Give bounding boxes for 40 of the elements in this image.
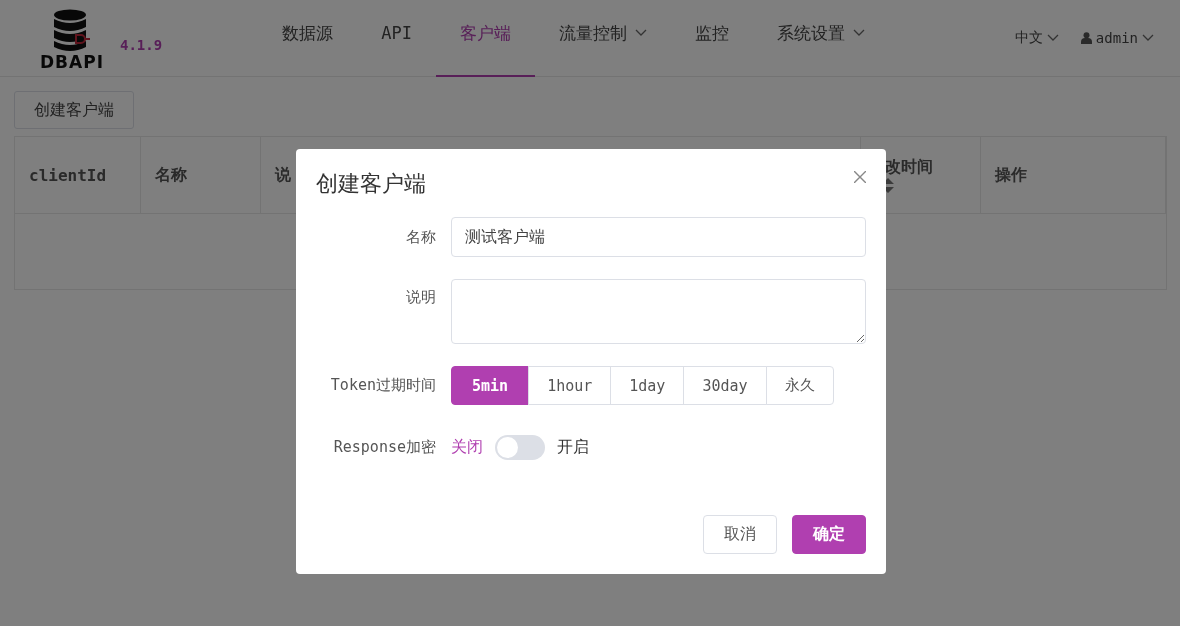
chevron-down-icon <box>852 29 865 37</box>
field-label: Token过期时间 <box>330 376 436 395</box>
switch-off-label[interactable]: 关闭 <box>451 437 483 458</box>
column-header: 改时间 <box>885 157 933 177</box>
user-menu[interactable]: admin <box>1095 30 1138 46</box>
column-header: 名称 <box>155 164 187 185</box>
nav-tab[interactable]: API <box>357 0 436 77</box>
cancel-button[interactable]: 取消 <box>703 515 777 554</box>
expiry-option[interactable]: 1hour <box>528 366 612 405</box>
database-icon <box>52 9 92 53</box>
chevron-down-icon <box>1142 34 1154 42</box>
language-menu[interactable]: 中文 <box>1014 29 1043 47</box>
logo-text: DBAPI <box>40 53 104 71</box>
nav-tab[interactable]: 监控 <box>670 0 753 77</box>
create-client-button[interactable]: 创建客户端 <box>14 91 134 129</box>
close-icon[interactable] <box>854 171 866 183</box>
switch-on-label[interactable]: 开启 <box>557 437 589 458</box>
field-label: Response加密 <box>333 438 436 457</box>
chevron-down-icon <box>634 29 647 37</box>
version-label: 4.1.9 <box>120 37 163 53</box>
encryption-switch[interactable] <box>495 435 545 460</box>
expiry-option[interactable]: 5min <box>451 366 530 405</box>
dialog-title: 创建客户端 <box>316 170 426 198</box>
nav-tab[interactable]: 客户端 <box>435 0 535 77</box>
column-header: clientId <box>29 165 107 185</box>
chevron-down-icon <box>1046 34 1059 42</box>
name-input[interactable]: 测试客户端 <box>451 217 866 257</box>
column-header: 说 <box>275 164 291 185</box>
confirm-button[interactable]: 确定 <box>792 515 866 554</box>
user-icon <box>1080 32 1092 44</box>
expiry-option[interactable]: 1day <box>610 366 685 405</box>
nav-tab[interactable]: 系统设置 <box>752 0 889 77</box>
field-label: 名称 <box>406 227 436 247</box>
field-label: 说明 <box>406 288 436 307</box>
description-input[interactable] <box>451 279 866 344</box>
expiry-option[interactable]: 永久 <box>765 366 834 405</box>
nav-tab[interactable]: 流量控制 <box>534 0 671 77</box>
expiry-option[interactable]: 30day <box>683 366 767 405</box>
nav-tab[interactable]: 数据源 <box>258 0 358 77</box>
column-header: 操作 <box>995 164 1027 185</box>
